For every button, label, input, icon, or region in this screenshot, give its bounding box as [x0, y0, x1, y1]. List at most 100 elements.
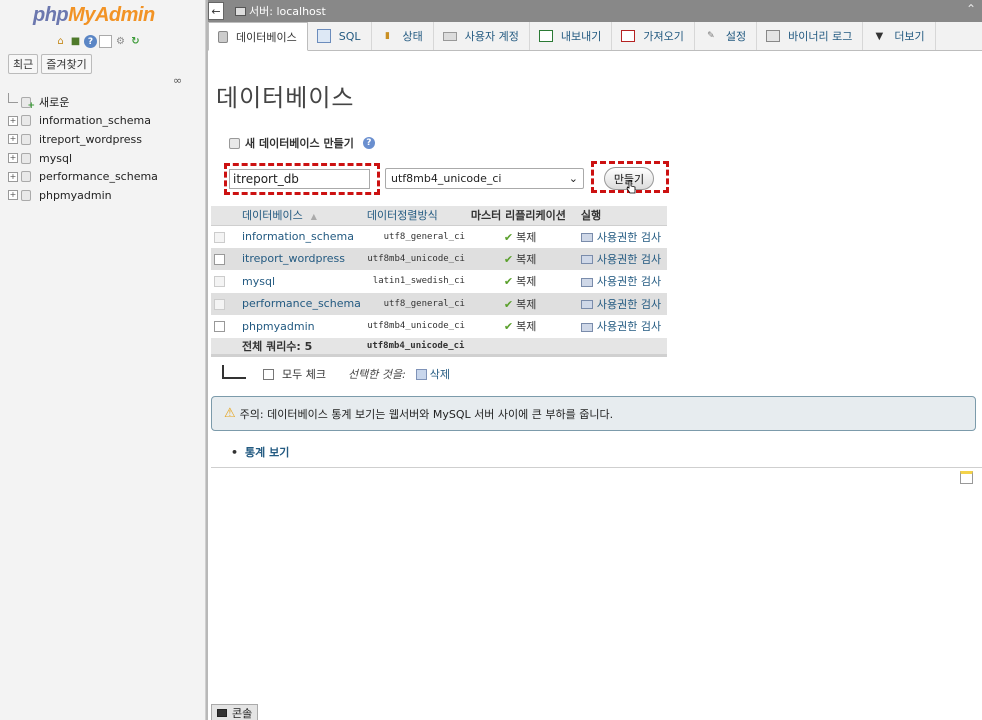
navigation-panel: phpMyAdmin ⌂ ■ ? ⚙ ↻ 최근 즐겨찾기 ∞ 새로운 + inf…: [0, 0, 206, 720]
check-icon: ✔: [503, 297, 514, 311]
expand-icon[interactable]: +: [8, 153, 18, 164]
tree-item-label: 새로운: [39, 96, 70, 110]
checkbox-header: [211, 206, 239, 226]
check-all-checkbox[interactable]: [263, 368, 274, 380]
favorites-tab[interactable]: 즐겨찾기: [41, 54, 92, 74]
tab-more[interactable]: ▼ 더보기: [863, 22, 936, 50]
database-link[interactable]: performance_schema: [242, 297, 361, 310]
table-row: phpmyadmin utf8mb4_unicode_ci ✔ 복제 사용권한 검…: [211, 315, 667, 338]
top-breadcrumb-bar: ← 서버: localhost ⌃: [208, 0, 982, 22]
database-link[interactable]: information_schema: [242, 230, 354, 243]
help-icon[interactable]: ?: [84, 35, 97, 48]
notice-box: ⚠ 주의: 데이터베이스 통계 보기는 웹서버와 MySQL 서버 사이에 큰 …: [211, 396, 976, 431]
header-database[interactable]: 데이터베이스 ▲: [239, 206, 364, 226]
collation-cell[interactable]: utf8_general_ci: [363, 225, 468, 248]
database-link[interactable]: mysql: [242, 275, 275, 288]
tree-connector: [8, 93, 18, 104]
expand-icon[interactable]: +: [8, 190, 18, 201]
delete-icon[interactable]: [415, 368, 427, 380]
row-checkbox[interactable]: [214, 321, 225, 333]
enable-statistics-link[interactable]: 통계 보기: [245, 446, 289, 459]
wrench-icon: ✎: [707, 31, 715, 41]
phpmyadmin-logo[interactable]: phpMyAdmin: [33, 4, 155, 27]
tab-user-accounts[interactable]: 사용자 계정: [434, 22, 530, 50]
delete-link[interactable]: 삭제: [430, 366, 450, 382]
server-breadcrumb[interactable]: 서버: localhost: [235, 3, 326, 19]
new-database-icon: [229, 137, 240, 149]
total-count: 전체 쿼리수: 5: [239, 337, 364, 357]
recent-tab[interactable]: 최근: [8, 54, 39, 74]
collapse-icon[interactable]: ⌃: [966, 2, 976, 16]
check-privileges-link[interactable]: 사용권한 검사: [580, 231, 661, 244]
privileges-icon: [580, 277, 593, 287]
documentation-icon[interactable]: [99, 35, 112, 48]
database-link[interactable]: itreport_wordpress: [242, 252, 345, 265]
database-name-input[interactable]: [229, 169, 370, 189]
databases-table: 데이터베이스 ▲ 데이터정렬방식 마스터 리플리케이션 실행 informatio…: [211, 206, 667, 357]
table-footer-row: 전체 쿼리수: 5 utf8mb4_unicode_ci: [211, 337, 667, 357]
with-selected-label: 선택한 것을:: [347, 368, 406, 381]
table-row: itreport_wordpress utf8mb4_unicode_ci ✔ 복…: [211, 247, 667, 270]
row-checkbox: [214, 231, 225, 243]
row-checkbox[interactable]: [214, 253, 225, 265]
logout-icon[interactable]: ■: [69, 35, 82, 48]
tree-item-performance-schema[interactable]: + performance_schema: [8, 167, 158, 186]
check-privileges-link[interactable]: 사용권한 검사: [580, 253, 661, 266]
database-link[interactable]: phpmyadmin: [242, 320, 315, 333]
check-privileges-link[interactable]: 사용권한 검사: [580, 298, 661, 311]
tree-item-new[interactable]: 새로운: [8, 93, 158, 112]
enable-statistics-item: • 통계 보기: [231, 444, 289, 460]
export-icon: [538, 30, 553, 42]
check-privileges-link[interactable]: 사용권한 검사: [580, 320, 661, 333]
console-tab[interactable]: 콘솔: [211, 704, 259, 720]
tree-item-label: mysql: [39, 151, 72, 165]
expand-icon[interactable]: +: [8, 115, 18, 126]
database-tree: 새로운 + information_schema + itreport_word…: [8, 93, 158, 205]
collation-cell[interactable]: latin1_swedish_ci: [363, 270, 468, 293]
header-collation[interactable]: 데이터정렬방식: [363, 206, 468, 226]
collation-cell[interactable]: utf8_general_ci: [363, 292, 468, 315]
tab-export[interactable]: 내보내기: [530, 22, 613, 50]
collation-cell[interactable]: utf8mb4_unicode_ci: [363, 247, 468, 270]
tab-status[interactable]: ▮ 상태: [372, 22, 434, 50]
tree-item-mysql[interactable]: + mysql: [8, 149, 158, 168]
database-icon: [21, 189, 31, 201]
warning-icon: ⚠: [224, 406, 236, 421]
tab-import[interactable]: 가져오기: [612, 22, 695, 50]
tree-item-phpmyadmin[interactable]: + phpmyadmin: [8, 186, 158, 205]
back-arrow-icon[interactable]: ←: [208, 2, 224, 20]
hand-cursor-icon: [626, 180, 636, 194]
panel-resizer[interactable]: [206, 0, 208, 720]
tab-settings[interactable]: ✎ 설정: [695, 22, 758, 50]
sort-arrow-icon: ▲: [310, 212, 317, 222]
console-icon: [217, 708, 227, 717]
tree-item-itreport-wordpress[interactable]: + itreport_wordpress: [8, 130, 158, 149]
notice-text: 주의: 데이터베이스 통계 보기는 웹서버와 MySQL 서버 사이에 큰 부하…: [239, 407, 614, 421]
check-icon: ✔: [503, 230, 514, 244]
tab-databases[interactable]: 데이터베이스: [208, 22, 308, 51]
database-icon: [218, 30, 228, 43]
new-database-icon: [21, 96, 35, 111]
arrow-up-icon: [222, 365, 246, 379]
tab-sql[interactable]: SQL: [308, 22, 372, 50]
tree-item-information-schema[interactable]: + information_schema: [8, 112, 158, 131]
collation-select[interactable]: utf8mb4_unicode_ci ⌄: [385, 168, 584, 189]
header-replication: 마스터 리플리케이션: [467, 206, 578, 226]
reload-icon[interactable]: ↻: [129, 35, 142, 48]
gear-icon[interactable]: ⚙: [114, 35, 127, 48]
expand-icon[interactable]: +: [8, 134, 18, 145]
link-with-main-icon[interactable]: ∞: [173, 74, 182, 87]
database-icon: [21, 152, 31, 164]
check-privileges-link[interactable]: 사용권한 검사: [580, 275, 661, 288]
header-action: 실행: [577, 206, 667, 226]
nav-icon-bar: ⌂ ■ ? ⚙ ↻: [54, 35, 142, 48]
help-icon[interactable]: ?: [362, 137, 375, 149]
tab-binary-log[interactable]: 바이너리 로그: [757, 22, 864, 50]
expand-icon[interactable]: +: [8, 171, 18, 182]
footer-collation: utf8mb4_unicode_ci: [363, 337, 468, 357]
home-icon[interactable]: ⌂: [54, 35, 67, 48]
collation-cell[interactable]: utf8mb4_unicode_ci: [363, 315, 468, 338]
privileges-icon: [580, 300, 593, 310]
check-all-label[interactable]: 모두 체크: [282, 366, 326, 382]
page-settings-icon[interactable]: [960, 471, 973, 484]
